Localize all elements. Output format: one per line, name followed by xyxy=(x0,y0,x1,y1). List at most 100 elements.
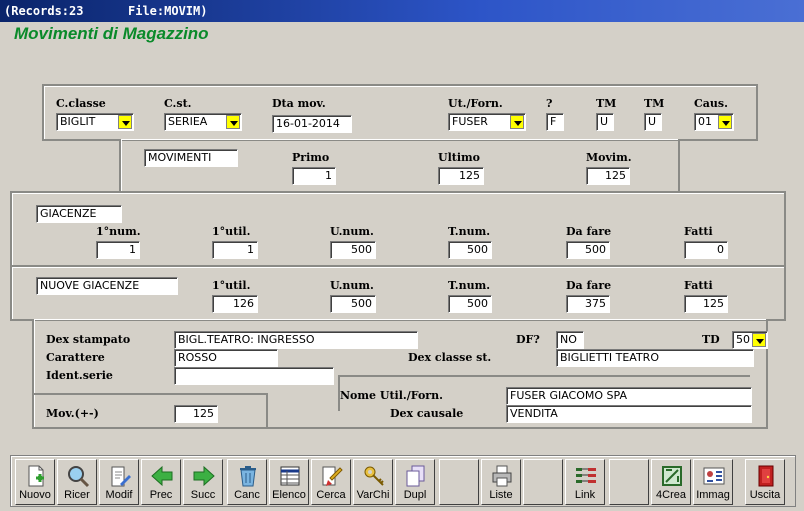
ultimo-label: Ultimo xyxy=(438,151,481,164)
nome-utforn-input[interactable]: FUSER GIACOMO SPA xyxy=(506,387,752,405)
title-bar: (Records:23 File:MOVIM) xyxy=(0,0,804,22)
dupl-button[interactable]: Dupl xyxy=(395,459,435,505)
cclasse-value: BIGLIT xyxy=(60,115,96,128)
giac-fatti-input[interactable]: 0 xyxy=(684,241,728,259)
list-table-icon xyxy=(280,466,300,486)
new-document-icon xyxy=(28,465,44,487)
nuove-giacenze-name-field[interactable]: NUOVE GIACENZE xyxy=(36,277,178,295)
prec-label: Prec xyxy=(149,489,173,501)
empty-button[interactable] xyxy=(609,459,649,505)
search-brush-icon xyxy=(322,466,343,486)
nuovo-button[interactable]: Nuovo xyxy=(15,459,55,505)
image-card-icon xyxy=(703,467,725,485)
dta-mov-input[interactable]: 16-01-2014 xyxy=(272,115,352,133)
link-button[interactable]: Link xyxy=(565,459,605,505)
cst-value: SERIEA xyxy=(168,115,208,128)
elenco-button[interactable]: Elenco xyxy=(269,459,309,505)
ultimo-input[interactable]: 125 xyxy=(438,167,484,185)
printer-icon xyxy=(492,465,512,487)
carattere-label: Carattere xyxy=(46,351,105,364)
td-select[interactable]: 50 xyxy=(732,331,768,349)
dex-classe-input[interactable]: BIGLIETTI TEATRO xyxy=(556,349,754,367)
caus-select[interactable]: 01 xyxy=(694,113,734,131)
empty-button[interactable] xyxy=(439,459,479,505)
mov-pm-label: Mov.(+-) xyxy=(46,407,99,420)
immag-button[interactable]: Immag xyxy=(693,459,733,505)
chevron-down-icon[interactable] xyxy=(510,115,524,129)
ident-serie-input[interactable] xyxy=(174,367,334,385)
question-input[interactable]: F xyxy=(546,113,564,131)
cerca-button[interactable]: Cerca xyxy=(311,459,351,505)
nuovo-label: Nuovo xyxy=(19,489,51,501)
nome-utforn-label: Nome Util./Forn. xyxy=(340,389,443,402)
tm1-input[interactable]: U xyxy=(596,113,614,131)
primo-label: Primo xyxy=(292,151,330,164)
cst-label: C.st. xyxy=(164,97,192,110)
ident-serie-label: Ident.serie xyxy=(46,369,113,382)
giacenze-name-field[interactable]: GIACENZE xyxy=(36,205,122,223)
dta-label: Dta mov. xyxy=(272,97,326,110)
utforn-select[interactable]: FUSER xyxy=(448,113,526,131)
chevron-down-icon[interactable] xyxy=(118,115,132,129)
nuove-dafare-label: Da fare xyxy=(566,279,612,292)
dex-stampato-label: Dex stampato xyxy=(46,333,131,346)
giac-util-input[interactable]: 1 xyxy=(212,241,258,259)
giac-dafare-input[interactable]: 500 xyxy=(566,241,610,259)
nuove-fatti-input[interactable]: 125 xyxy=(684,295,728,313)
empty-button[interactable] xyxy=(523,459,563,505)
chevron-down-icon[interactable] xyxy=(752,333,766,347)
liste-button[interactable]: Liste xyxy=(481,459,521,505)
nuove-dafare-input[interactable]: 375 xyxy=(566,295,610,313)
cclasse-label: C.classe xyxy=(56,97,106,110)
link-grid-icon xyxy=(576,468,596,483)
movim-input[interactable]: 125 xyxy=(586,167,630,185)
ricer-button[interactable]: Ricer xyxy=(57,459,97,505)
dupl-label: Dupl xyxy=(403,489,427,501)
carattere-input[interactable]: ROSSO xyxy=(174,349,278,367)
nuove-unum-input[interactable]: 500 xyxy=(330,295,376,313)
dex-causale-label: Dex causale xyxy=(390,407,464,420)
varchi-label: VarChi xyxy=(356,489,390,501)
giac-num-input[interactable]: 1 xyxy=(96,241,140,259)
succ-button[interactable]: Succ xyxy=(183,459,223,505)
prec-button[interactable]: Prec xyxy=(141,459,181,505)
arrow-left-icon xyxy=(151,465,173,487)
keys-icon xyxy=(364,466,384,486)
nuove-unum-label: U.num. xyxy=(330,279,374,292)
caus-value: 01 xyxy=(698,115,712,128)
uscita-label: Uscita xyxy=(749,489,781,501)
arrow-right-icon xyxy=(193,465,215,487)
df-input[interactable]: NO xyxy=(556,331,584,349)
tm2-input[interactable]: U xyxy=(644,113,662,131)
giac-tnum-input[interactable]: 500 xyxy=(448,241,492,259)
exit-door-icon xyxy=(758,465,774,487)
chevron-down-icon[interactable] xyxy=(718,115,732,129)
nuove-util-input[interactable]: 126 xyxy=(212,295,258,313)
giac-num-label: 1°num. xyxy=(96,225,141,238)
mov-pm-input[interactable]: 125 xyxy=(174,405,218,423)
divider xyxy=(266,393,268,429)
toolbar: Nuovo Ricer Modif Prec Succ Canc Elenco … xyxy=(10,455,796,507)
dex-stampato-input[interactable]: BIGL.TEATRO: INGRESSO xyxy=(174,331,418,349)
varchi-button[interactable]: VarChi xyxy=(353,459,393,505)
cst-select[interactable]: SERIEA xyxy=(164,113,242,131)
cclasse-select[interactable]: BIGLIT xyxy=(56,113,134,131)
chevron-down-icon[interactable] xyxy=(226,115,240,129)
uscita-button[interactable]: Uscita xyxy=(745,459,785,505)
movimenti-name-field[interactable]: MOVIMENTI xyxy=(144,149,238,167)
magnifier-icon xyxy=(68,466,90,488)
nuove-tnum-input[interactable]: 500 xyxy=(448,295,492,313)
canc-button[interactable]: Canc xyxy=(227,459,267,505)
4crea-button[interactable]: 4Crea xyxy=(651,459,691,505)
nuove-util-label: 1°util. xyxy=(212,279,251,292)
primo-input[interactable]: 1 xyxy=(292,167,336,185)
canc-label: Canc xyxy=(234,489,260,501)
4crea-label: 4Crea xyxy=(656,489,686,501)
dex-causale-input[interactable]: VENDITA xyxy=(506,405,752,423)
giac-unum-input[interactable]: 500 xyxy=(330,241,376,259)
modif-label: Modif xyxy=(105,489,133,501)
utforn-value: FUSER xyxy=(452,115,488,128)
trash-icon xyxy=(240,466,256,487)
modif-button[interactable]: Modif xyxy=(99,459,139,505)
immag-label: Immag xyxy=(696,489,730,501)
